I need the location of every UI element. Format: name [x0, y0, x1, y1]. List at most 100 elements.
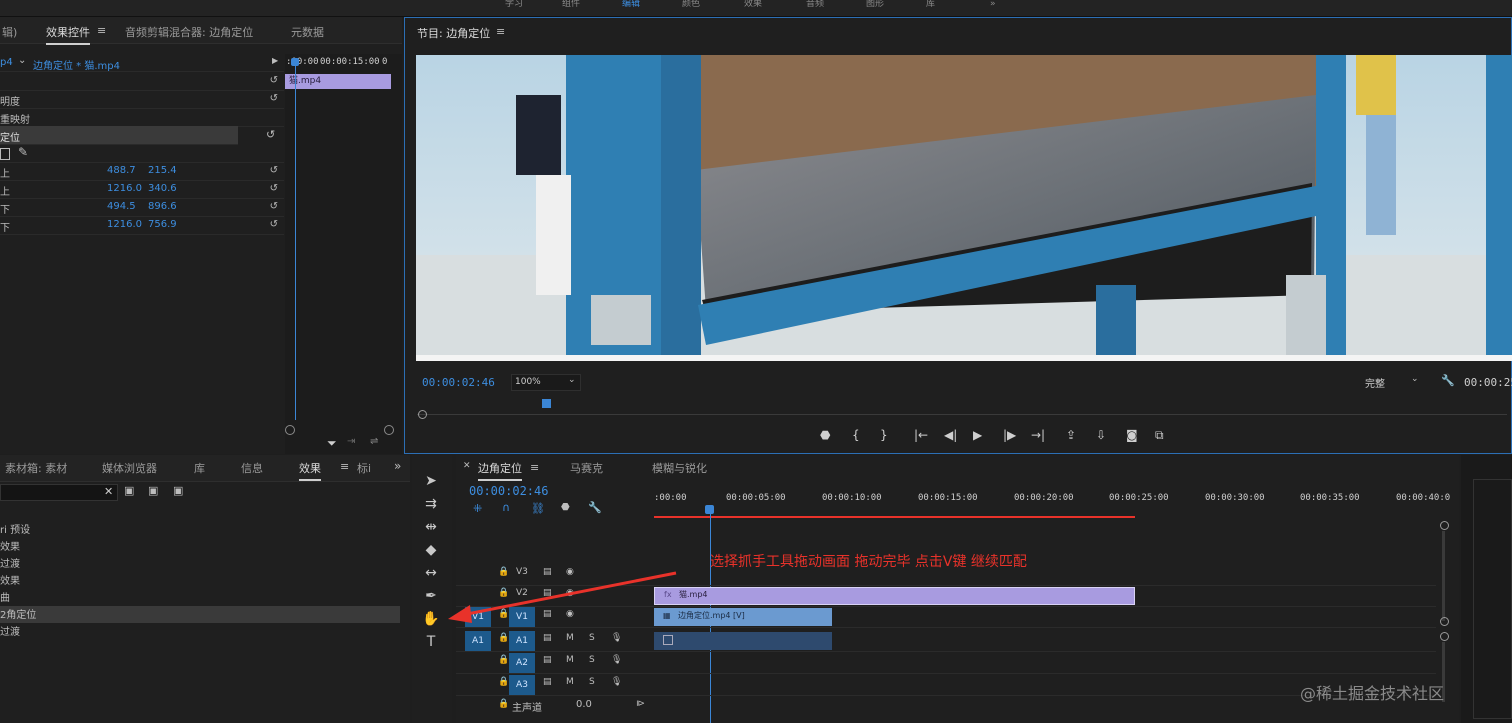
clip-cat-v2[interactable]: fx 猫.mp4: [654, 587, 1135, 605]
filter-icon[interactable]: ⏷: [327, 436, 337, 451]
tab-markers[interactable]: 标i: [357, 460, 371, 476]
value-x[interactable]: 488.7: [107, 165, 136, 176]
snap-icon[interactable]: ∩: [502, 501, 510, 514]
sync-lock-icon[interactable]: ▤: [543, 677, 552, 687]
workspace-effects[interactable]: 效果: [744, 0, 762, 9]
clip-corner-pin-v1[interactable]: ▦ 边角定位.mp4 [V]: [654, 608, 832, 626]
effects-folder-video-transitions[interactable]: 过渡: [0, 623, 400, 640]
value-x[interactable]: 1216.0: [107, 219, 142, 230]
timeline-ruler[interactable]: :00:00 00:00:05:00 00:00:10:00 00:00:15:…: [654, 493, 1450, 511]
mark-in-icon[interactable]: {: [852, 428, 860, 442]
property-row-opacity[interactable]: 明度 ↺: [0, 90, 284, 109]
workspace-audio[interactable]: 音频: [806, 0, 824, 9]
tab-media-browser[interactable]: 媒体浏览器: [102, 460, 157, 476]
reset-icon[interactable]: ↺: [270, 201, 278, 212]
mini-clip[interactable]: 猫.mp4: [285, 74, 391, 89]
tab-source[interactable]: 辑): [2, 24, 17, 40]
panel-menu-icon[interactable]: ≡: [496, 25, 505, 38]
accelerated-effects-icon[interactable]: ▣: [124, 484, 134, 497]
extract-icon[interactable]: ⇩: [1096, 428, 1106, 442]
lift-icon[interactable]: ⇪: [1066, 428, 1076, 442]
program-video-frame[interactable]: [416, 55, 1512, 361]
mute-button[interactable]: M: [566, 655, 574, 665]
workspace-graphics[interactable]: 图形: [866, 0, 884, 9]
value-y[interactable]: 215.4: [148, 165, 177, 176]
property-row-upper-right[interactable]: 上 1216.0 340.6 ↺: [0, 180, 284, 199]
workspace-learn[interactable]: 学习: [505, 0, 523, 9]
track-a1[interactable]: A1 🔒 A1 ▤ M S 🎙: [456, 631, 1436, 652]
value-y[interactable]: 756.9: [148, 219, 177, 230]
solo-button[interactable]: S: [589, 633, 595, 643]
track-a3[interactable]: 🔒 A3 ▤ M S 🎙: [456, 675, 1436, 696]
effects-folder-video-effects[interactable]: 效果: [0, 572, 400, 589]
mute-button[interactable]: M: [566, 633, 574, 643]
mark-out-icon[interactable]: }: [880, 428, 888, 442]
type-tool-icon[interactable]: T: [418, 632, 444, 652]
track-select-tool-icon[interactable]: ⇉: [418, 494, 444, 514]
value-y[interactable]: 896.6: [148, 201, 177, 212]
tab-audio-mixer[interactable]: 音频剪辑混合器: 边角定位: [125, 24, 253, 40]
property-row-upper-left[interactable]: 上 488.7 215.4 ↺: [0, 162, 284, 181]
add-marker-icon[interactable]: ⬣: [820, 428, 830, 442]
reset-icon[interactable]: ↺: [266, 128, 275, 141]
track-a2[interactable]: 🔒 A2 ▤ M S 🎙: [456, 653, 1436, 674]
track-label[interactable]: A2: [509, 653, 535, 673]
track-label[interactable]: A1: [509, 631, 535, 651]
clip-selector[interactable]: p4 ⌄ 边角定位 * 猫.mp4 ▶: [0, 54, 284, 72]
workspace-libraries[interactable]: 库: [926, 0, 935, 9]
master-volume[interactable]: 0.0: [576, 699, 592, 710]
add-marker-icon[interactable]: ⬣: [561, 502, 570, 513]
effects-item-corner-pin[interactable]: 2角定位: [0, 606, 400, 623]
clip-audio-a1[interactable]: [654, 632, 832, 650]
microphone-icon[interactable]: 🎙: [611, 677, 622, 687]
go-to-end-icon[interactable]: ⧐: [636, 699, 645, 709]
microphone-icon[interactable]: 🎙: [611, 633, 622, 643]
tab-info[interactable]: 信息: [241, 460, 263, 476]
property-row-lower-right[interactable]: 下 1216.0 756.9 ↺: [0, 216, 284, 235]
32bit-effects-icon[interactable]: ▣: [148, 484, 158, 497]
source-patch-a1[interactable]: A1: [465, 631, 491, 651]
nest-icon[interactable]: ⁜: [473, 502, 482, 515]
more-panels-icon[interactable]: »: [394, 459, 401, 473]
value-y[interactable]: 340.6: [148, 183, 177, 194]
compare-view-icon[interactable]: ⧉: [1155, 428, 1164, 443]
property-row-lower-left[interactable]: 下 494.5 896.6 ↺: [0, 198, 284, 217]
go-to-in-icon[interactable]: |←: [914, 428, 928, 442]
selection-tool-icon[interactable]: ➤: [418, 471, 444, 491]
ripple-edit-tool-icon[interactable]: ⇹: [418, 517, 444, 537]
play-only-icon[interactable]: ▶: [272, 56, 278, 65]
mini-playhead[interactable]: [295, 60, 296, 420]
reset-icon[interactable]: ↺: [270, 219, 278, 230]
track-master[interactable]: 🔒 主声道 0.0 ⧐: [456, 697, 1436, 717]
tab-effects[interactable]: 效果: [299, 460, 321, 481]
microphone-icon[interactable]: 🎙: [611, 655, 622, 665]
step-back-icon[interactable]: ◀|: [944, 428, 957, 442]
scrub-zoom-handle[interactable]: [418, 410, 427, 419]
rectangle-mask-icon[interactable]: [0, 148, 10, 160]
workspace-assembly[interactable]: 组件: [562, 0, 580, 9]
clear-search-icon[interactable]: ✕: [104, 485, 113, 498]
export-frame-icon[interactable]: ◙: [1126, 428, 1138, 442]
timeline-settings-icon[interactable]: 🔧: [588, 501, 602, 514]
v-zoom-handle[interactable]: [1440, 521, 1449, 530]
reset-icon[interactable]: ↺: [270, 75, 278, 86]
lock-icon[interactable]: 🔒: [498, 633, 509, 643]
tab-metadata[interactable]: 元数据: [291, 24, 324, 40]
wrench-icon[interactable]: 🔧: [1441, 374, 1455, 387]
v-zoom-handle[interactable]: [1440, 617, 1449, 626]
tab-effect-controls[interactable]: 效果控件: [46, 24, 90, 45]
timeline-timecode[interactable]: 00:00:02:46: [469, 484, 548, 498]
play-icon[interactable]: ▶: [973, 428, 982, 442]
tab-sequence-corner-pin[interactable]: 边角定位: [478, 460, 522, 481]
value-x[interactable]: 494.5: [107, 201, 136, 212]
render-icon[interactable]: ⇌: [370, 436, 378, 447]
workspace-color[interactable]: 颜色: [682, 0, 700, 9]
linked-selection-icon[interactable]: ⛓: [531, 502, 545, 515]
program-timecode[interactable]: 00:00:02:46: [422, 376, 495, 389]
export-icon[interactable]: ⇥: [347, 436, 355, 447]
zoom-select[interactable]: 100% ⌄: [511, 374, 581, 391]
effects-search-input[interactable]: ✕: [0, 484, 118, 501]
yuv-effects-icon[interactable]: ▣: [173, 484, 183, 497]
panel-menu-icon[interactable]: ≡: [97, 24, 106, 37]
pen-icon[interactable]: ✎: [18, 145, 28, 159]
